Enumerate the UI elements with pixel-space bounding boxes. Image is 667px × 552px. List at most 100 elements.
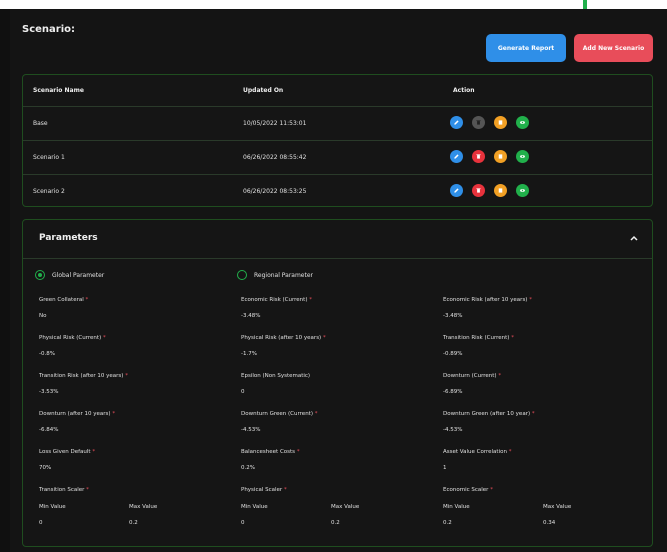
edit-icon[interactable] [450,150,463,163]
edit-icon[interactable] [450,116,463,129]
chevron-up-icon[interactable] [629,233,639,243]
table-row: Scenario 2 06/26/2022 08:53:25 [23,175,652,208]
field-epsilon[interactable]: Epsilon (Non Systematic) 0 [241,373,421,403]
required-marker: * [531,411,535,417]
physical-scaler: Physical Scaler * [241,487,421,517]
field-physical-risk-10y[interactable]: Physical Risk (after 10 years) * -1.7% [241,335,421,365]
scaler-label: Transition Scaler [39,487,85,493]
radio-selected-icon [35,270,45,280]
delete-icon[interactable] [472,150,485,163]
parameters-header[interactable]: Parameters [23,220,652,259]
min-value-label: Min Value [39,504,66,510]
field-value: -0.89% [443,351,463,357]
updated-on: 06/26/2022 08:53:25 [243,188,307,195]
field-label: Economic Risk (Current) [241,297,308,303]
global-parameter-radio[interactable]: Global Parameter [35,270,104,280]
required-marker: * [112,411,116,417]
field-label: Loss Given Default [39,449,91,455]
field-value: -3.53% [39,389,59,395]
field-downturn-green-10y[interactable]: Downturn Green (after 10 year) * -4.53% [443,411,623,441]
min-value-input[interactable]: 0.2 [443,520,452,526]
edit-icon[interactable] [450,184,463,197]
view-icon[interactable] [516,184,529,197]
column-header-updated-on: Updated On [243,87,284,94]
regional-parameter-radio[interactable]: Regional Parameter [237,270,313,280]
max-value-input[interactable]: 0.2 [331,520,340,526]
field-label: Epsilon (Non Systematic) [241,373,311,379]
required-marker: * [508,449,512,455]
field-label: Green Collateral [39,297,84,303]
max-value-label: Max Value [129,504,158,510]
updated-on: 06/26/2022 08:55:42 [243,154,307,161]
field-value: -3.48% [443,313,463,319]
field-value: -6.89% [443,389,463,395]
field-downturn-current[interactable]: Downturn (Current) * -6.89% [443,373,623,403]
field-balancesheet-costs[interactable]: Balancesheet Costs * 0.2% [241,449,421,479]
field-physical-risk-current[interactable]: Physical Risk (Current) * -0.8% [39,335,219,365]
field-label: Balancesheet Costs [241,449,296,455]
page-title: Scenario: [22,24,76,35]
field-green-collateral[interactable]: Green Collateral * No [39,297,219,327]
copy-icon[interactable] [494,150,507,163]
field-transition-risk-current[interactable]: Transition Risk (Current) * -0.89% [443,335,623,365]
required-marker: * [92,449,96,455]
field-downturn-green-current[interactable]: Downturn Green (Current) * -4.53% [241,411,421,441]
field-economic-risk-10y[interactable]: Economic Risk (after 10 years) * -3.48% [443,297,623,327]
field-value: -3.48% [241,313,261,319]
required-marker: * [125,373,128,379]
min-value-input[interactable]: 0 [241,520,245,526]
generate-report-button[interactable]: Generate Report [486,34,566,62]
field-value: 1 [443,465,447,471]
field-value: -1.7% [241,351,257,357]
top-bar [0,0,667,9]
regional-parameter-label: Regional Parameter [254,271,314,279]
column-header-scenario-name: Scenario Name [33,87,84,94]
view-icon[interactable] [516,150,529,163]
scenario-name: Scenario 2 [33,188,65,195]
table-header: Scenario Name Updated On Action [23,75,652,107]
field-label: Downturn Green (Current) [241,411,313,417]
max-value-input[interactable]: 0.34 [543,520,555,526]
field-value: -0.8% [39,351,55,357]
field-value: No [39,313,47,319]
field-downturn-10y[interactable]: Downturn (after 10 years) * -6.84% [39,411,219,441]
min-value-input[interactable]: 0 [39,520,43,526]
field-label: Economic Risk (after 10 years) [443,297,528,303]
max-value-input[interactable]: 0.2 [129,520,138,526]
field-economic-risk-current[interactable]: Economic Risk (Current) * -3.48% [241,297,421,327]
required-marker: * [529,297,532,303]
copy-icon[interactable] [494,116,507,129]
field-value: -6.84% [39,427,59,433]
field-asset-value-correlation[interactable]: Asset Value Correlation * 1 [443,449,623,479]
field-label: Downturn Green (after 10 year) [443,411,531,417]
min-value-label: Min Value [241,504,268,510]
delete-icon[interactable] [472,184,485,197]
view-icon[interactable] [516,116,529,129]
table-row: Scenario 1 06/26/2022 08:55:42 [23,141,652,175]
field-label: Transition Risk (Current) [443,335,510,341]
parameters-panel: Parameters Global Parameter Regional Par… [22,219,653,547]
field-value: 0 [241,389,245,395]
field-label: Downturn (after 10 years) [39,411,111,417]
column-header-action: Action [453,87,475,94]
field-label: Downturn (Current) [443,373,497,379]
delete-icon [472,116,485,129]
required-marker: * [511,335,514,341]
table-row: Base 10/05/2022 11:53:01 [23,107,652,141]
field-transition-risk-10y[interactable]: Transition Risk (after 10 years) * -3.53… [39,373,219,403]
copy-icon[interactable] [494,184,507,197]
required-marker: * [102,335,106,341]
max-value-label: Max Value [331,504,360,510]
field-label: Physical Risk (after 10 years) [241,335,322,341]
radio-unselected-icon [237,270,247,280]
required-marker: * [314,411,318,417]
field-loss-given-default[interactable]: Loss Given Default * 70% [39,449,219,479]
scenario-table: Scenario Name Updated On Action Base 10/… [22,74,653,207]
add-new-scenario-button[interactable]: Add New Scenario [574,34,653,62]
field-label: Asset Value Correlation [443,449,507,455]
scenario-name: Base [33,120,48,127]
row-actions [450,184,529,197]
field-value: -4.53% [241,427,261,433]
field-value: 0.2% [241,465,255,471]
row-actions [450,150,529,163]
